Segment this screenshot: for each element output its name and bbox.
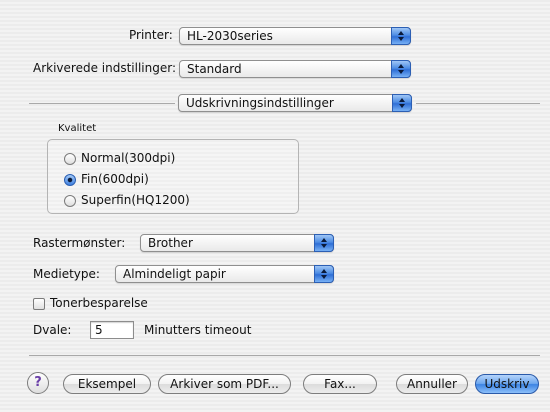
- sleep-label: Dvale:: [33, 323, 72, 337]
- help-button[interactable]: ?: [27, 372, 49, 394]
- up-down-arrows-icon: [314, 265, 334, 283]
- presets-label: Arkiverede indstillinger:: [33, 61, 176, 75]
- panel-select-value: Udskrivningsindstillinger: [186, 96, 334, 110]
- preview-button[interactable]: Eksempel: [63, 374, 151, 394]
- cancel-button[interactable]: Annuller: [396, 374, 468, 394]
- radio-normal-300dpi[interactable]: [64, 153, 76, 165]
- printer-popup-value: HL-2030series: [187, 29, 273, 43]
- radio-fine-label: Fin(600dpi): [81, 172, 149, 186]
- save-as-pdf-button[interactable]: Arkiver som PDF...: [158, 374, 291, 394]
- presets-popup[interactable]: Standard: [179, 60, 411, 78]
- up-down-arrows-icon: [391, 60, 411, 78]
- raster-label: Rastermønster:: [33, 236, 126, 250]
- media-popup[interactable]: Almindeligt papir: [115, 265, 334, 283]
- toner-save-label: Tonerbesparelse: [50, 296, 148, 310]
- raster-popup-value: Brother: [148, 236, 193, 250]
- sleep-minutes-field[interactable]: 5: [90, 321, 134, 339]
- radio-superfine-hq1200[interactable]: [64, 195, 76, 207]
- radio-fine-600dpi[interactable]: [64, 174, 76, 186]
- raster-popup[interactable]: Brother: [140, 234, 334, 252]
- bottom-separator: [29, 355, 540, 356]
- radio-superfine-label: Superfin(HQ1200): [81, 193, 190, 207]
- media-popup-value: Almindeligt papir: [123, 267, 226, 281]
- print-button[interactable]: Udskriv: [475, 374, 539, 394]
- media-label: Medietype:: [33, 267, 100, 281]
- sleep-suffix-label: Minutters timeout: [144, 323, 252, 337]
- toner-save-checkbox[interactable]: [33, 298, 45, 310]
- separator-line-left: [29, 103, 175, 104]
- separator-line-right: [416, 103, 540, 104]
- up-down-arrows-icon: [391, 27, 411, 45]
- panel-select-popup[interactable]: Udskrivningsindstillinger: [178, 94, 412, 112]
- printer-popup[interactable]: HL-2030series: [179, 27, 411, 45]
- up-down-arrows-icon: [392, 94, 412, 112]
- presets-popup-value: Standard: [187, 62, 242, 76]
- radio-normal-label: Normal(300dpi): [81, 151, 176, 165]
- up-down-arrows-icon: [314, 234, 334, 252]
- quality-group-label: Kvalitet: [58, 123, 97, 134]
- printer-label: Printer:: [129, 28, 173, 42]
- fax-button[interactable]: Fax...: [303, 374, 377, 394]
